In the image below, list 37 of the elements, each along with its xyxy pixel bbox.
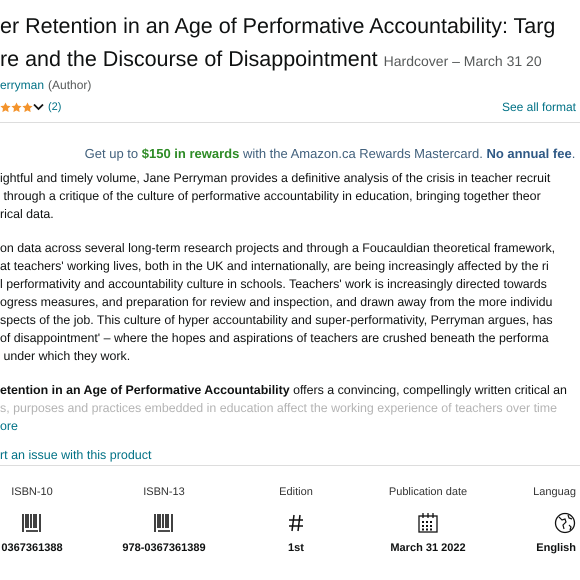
format-date: Hardcover – March 31 20 xyxy=(384,53,542,69)
report-issue-link[interactable]: rt an issue with this product xyxy=(0,448,152,462)
author-role: (Author) xyxy=(48,78,92,92)
book-title: er Retention in an Age of Performative Accountability: Targ xyxy=(0,13,556,40)
description-text: spects of the job. This culture of hyper accountability and super-performativity, Perryman argues, has xyxy=(0,312,553,329)
description-text: through a critique of the culture of performative accountability in education, bringing together theor xyxy=(2,188,541,205)
star-icon xyxy=(11,102,22,112)
star-icon xyxy=(0,102,11,112)
description-text: ogress measures, and preparation for review and inspection, and drawn away from the more individu xyxy=(0,294,552,311)
detail-label: Languag xyxy=(533,486,576,500)
chevron-down-icon[interactable] xyxy=(33,103,44,111)
description-text: of disappointment' – where the hopes and aspirations of teachers are crushed beneath the performa xyxy=(0,330,549,347)
author-link[interactable]: erryman xyxy=(0,78,44,92)
detail-value: 978-0367361389 xyxy=(122,542,206,554)
detail-value: English xyxy=(536,542,576,554)
read-more-link[interactable]: ore xyxy=(0,417,18,435)
rating-count[interactable]: (2) xyxy=(48,101,62,113)
detail-label: ISBN-13 xyxy=(143,486,185,500)
description-text: at teachers' working lives, both in the UK and internationally, are being increasingly affected by the ri xyxy=(0,258,549,275)
description-text: rical data. xyxy=(0,206,54,223)
faded-description-text: s, purposes and practices embedded in education affect the working experience of teachers over time xyxy=(0,400,557,417)
book-title: re and the Discourse of Disappointment xyxy=(0,46,378,73)
star-icon xyxy=(22,102,33,112)
description-text: on data across several long-term research projects and through a Foucauldian theoretical framework, xyxy=(0,240,556,257)
description-text: under which they work. xyxy=(2,348,130,365)
rewards-promo[interactable]: Get up to $150 in rewards with the Amazon.ca Rewards Mastercard. No annual fee. xyxy=(84,146,576,161)
see-all-formats-link[interactable]: See all format xyxy=(502,100,576,114)
description-text: ightful and timely volume, Jane Perryman provides a definitive analysis of the crisis in teacher recruit xyxy=(0,170,550,187)
description-text: l performativity and accountability culture in schools. Teachers' work is increasingly directed towards xyxy=(0,276,547,293)
detail-label: Publication date xyxy=(388,486,468,500)
detail-value: March 31 2022 xyxy=(390,542,466,554)
detail-label: ISBN-10 xyxy=(11,486,53,500)
detail-value: 0367361388 xyxy=(1,542,63,554)
detail-value: 1st xyxy=(288,542,304,554)
detail-label: Edition xyxy=(279,486,313,500)
description-text: etention in an Age of Performative Accountability offers a convincing, compellingly written critical an xyxy=(0,382,567,399)
star-rating[interactable] xyxy=(0,102,33,112)
